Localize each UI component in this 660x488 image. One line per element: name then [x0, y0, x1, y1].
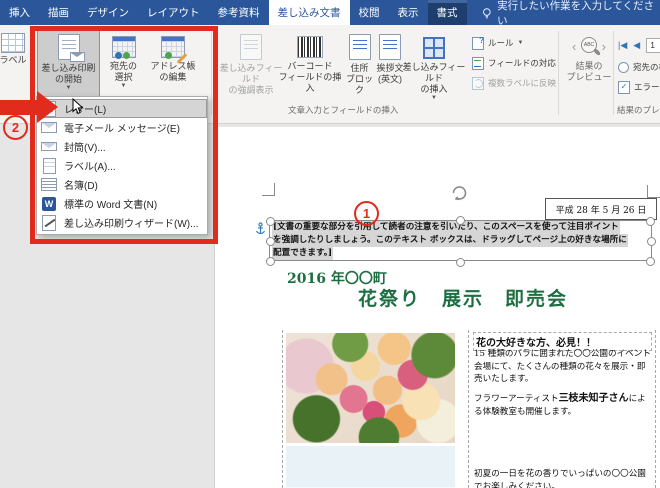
mouse-cursor — [72, 98, 84, 115]
labels-button[interactable]: ラベル — [0, 29, 34, 66]
flyer-content-area: 花の大好きな方、必見！！ 15 種類のバラに囲まれた〇〇公園のイベント会場にて、… — [282, 330, 657, 488]
match-fields-icon — [472, 56, 484, 70]
word-document-icon: W — [41, 196, 57, 212]
check-errors-button[interactable]: ✓ エラーのチェック — [618, 79, 660, 95]
tab-references[interactable]: 参考資料 — [209, 0, 269, 25]
insert-barcode-field-button[interactable]: バーコード フィールドの挿入 — [276, 29, 344, 103]
preview-results-icon: ‹ ABC › — [572, 36, 606, 58]
resize-handle-bottom-left[interactable] — [266, 257, 275, 266]
flyer-text-column[interactable]: 花の大好きな方、必見！！ 15 種類のバラに囲まれた〇〇公園のイベント会場にて、… — [468, 330, 656, 488]
annotation-step-1: 1 — [354, 201, 379, 226]
barcode-icon — [297, 36, 323, 58]
menu-item-letters[interactable]: レター(L) — [37, 99, 207, 118]
resize-handle-bottom-center[interactable] — [456, 258, 465, 267]
edit-recipient-list-icon — [161, 36, 188, 64]
resize-handle-top-center[interactable] — [456, 216, 465, 225]
find-recipient-button[interactable]: 宛先の検索 — [618, 59, 660, 75]
contextual-tab-group: 書式 — [427, 0, 467, 25]
group-label-write-insert-fields: 文章入力とフィールドの挿入 — [288, 105, 399, 115]
artist-name: 三枝未知子さん — [558, 393, 629, 404]
match-fields-button[interactable]: フィールドの対応 — [472, 55, 556, 71]
resize-handle-middle-right[interactable] — [647, 237, 656, 246]
rules-icon — [472, 36, 484, 50]
tell-me-placeholder: 実行したい作業を入力してください — [497, 0, 655, 27]
update-labels-icon — [472, 76, 484, 90]
tab-layout[interactable]: レイアウト — [138, 0, 209, 25]
menu-item-mail-merge-wizard[interactable]: 差し込み印刷ウィザード(W)... — [37, 213, 207, 232]
group-separator — [613, 31, 614, 115]
first-record-button[interactable]: |◀ — [618, 40, 627, 50]
tab-format[interactable]: 書式 — [428, 0, 467, 25]
envelope-icon — [41, 139, 57, 155]
select-recipients-icon — [111, 36, 136, 59]
edit-recipient-list-button[interactable]: アドレス帳 の編集 — [147, 29, 199, 103]
start-mail-merge-dropdown: レター(L) 電子メール メッセージ(E) 封筒(V)... ラベル(A)...… — [36, 96, 208, 235]
record-number-field[interactable]: 1 — [646, 37, 660, 53]
tab-review[interactable]: 校閲 — [350, 0, 389, 25]
update-labels-button: 複数ラベルに反映 — [472, 75, 556, 91]
tab-view[interactable]: 表示 — [389, 0, 428, 25]
labels-icon — [41, 157, 57, 174]
dropdown-caret: ▼ — [65, 85, 72, 91]
tab-insert[interactable]: 挿入 — [0, 0, 39, 25]
wizard-icon — [41, 214, 57, 231]
select-recipients-button[interactable]: 宛先の 選択 ▼ — [100, 29, 147, 103]
menu-item-directory[interactable]: 名簿(D) — [37, 175, 207, 194]
bouquet-photo[interactable] — [286, 333, 455, 443]
address-block-icon — [348, 34, 371, 60]
anchor-icon — [256, 222, 265, 234]
flyer-paragraph-1: 15 種類のバラに囲まれた〇〇公園のイベント会場にて、たくさんの種類の花々を展示… — [474, 349, 651, 384]
contextual-tab-strip — [427, 0, 467, 3]
margin-corner-mark — [262, 183, 275, 196]
flyer-paragraph-2: フラワーアーティスト三枝未知子さんによる体験教室も開催します。 — [474, 393, 646, 417]
menu-item-labels[interactable]: ラベル(A)... — [37, 156, 207, 175]
highlight-merge-fields-icon — [240, 34, 262, 60]
group-label-preview-results: 結果のプレビュー — [617, 105, 660, 115]
resize-handle-top-left[interactable] — [266, 217, 275, 226]
tab-draw[interactable]: 描画 — [39, 0, 78, 25]
tab-mailings[interactable]: 差し込み文書 — [268, 0, 350, 25]
annotation-step-2: 2 — [3, 115, 28, 140]
group-separator — [558, 31, 559, 115]
menu-item-email-messages[interactable]: 電子メール メッセージ(E) — [37, 118, 207, 137]
flyer-paragraph-3: 初夏の一日を花の香りでいっぱいの〇〇公園でお楽しみください。 — [474, 469, 646, 488]
ribbon-tab-bar: 挿入 描画 デザイン レイアウト 参考資料 差し込み文書 校閲 表示 書式 実行… — [0, 0, 660, 27]
dropdown-caret: ▼ — [120, 83, 127, 89]
rose-garden-photo[interactable] — [286, 446, 455, 488]
group-separator — [211, 31, 212, 115]
lightbulb-icon — [482, 7, 491, 18]
preview-results-button[interactable]: ‹ ABC › 結果の プレビュー — [563, 29, 615, 103]
resize-handle-middle-left[interactable] — [266, 237, 275, 246]
flyer-main-title: 花祭り 展示 即売会 — [358, 288, 569, 310]
tab-design[interactable]: デザイン — [78, 0, 138, 25]
menu-item-normal-word-document[interactable]: W 標準の Word 文書(N) — [37, 194, 207, 213]
rules-button[interactable]: ルール ▼ — [472, 35, 523, 51]
margin-corner-mark — [647, 185, 660, 198]
date-textbox[interactable]: 平成 28 年 5 月 26 日 — [545, 198, 657, 220]
labels-icon — [1, 33, 25, 53]
textbox-line: を強調したりしましょう。このテキスト ボックスは、ドラッグしてページ上の好きな場… — [272, 234, 628, 247]
word-window: 挿入 描画 デザイン レイアウト 参考資料 差し込み文書 校閲 表示 書式 実行… — [0, 0, 660, 488]
record-navigation: |◀ ◀ 1 — [618, 37, 660, 53]
tell-me-box[interactable]: 実行したい作業を入力してください — [467, 0, 660, 27]
dropdown-caret: ▼ — [431, 95, 437, 101]
document-page: 平成 28 年 5 月 26 日 [文書の重要な部分を引用して読者の注意を引いた… — [215, 127, 660, 488]
selected-textbox[interactable]: [文書の重要な部分を引用して読者の注意を引いたり、このスペースを使って注目ポイン… — [269, 220, 652, 261]
textbox-line: [文書の重要な部分を引用して読者の注意を引いたり、このスペースを使って注目ポイン… — [272, 221, 620, 234]
insert-merge-field-icon — [423, 37, 445, 59]
find-recipient-icon — [618, 61, 629, 73]
resize-handle-top-right[interactable] — [646, 217, 655, 226]
directory-icon — [41, 177, 57, 193]
check-errors-icon: ✓ — [618, 80, 630, 94]
previous-record-button[interactable]: ◀ — [633, 40, 640, 50]
start-mail-merge-icon — [57, 34, 85, 62]
textbox-line: 配置できます。] — [272, 247, 334, 260]
resize-handle-bottom-right[interactable] — [646, 257, 655, 266]
insert-merge-field-button[interactable]: 差し込みフィールド の挿入 ▼ — [398, 29, 470, 103]
rotate-handle-icon[interactable] — [449, 183, 469, 203]
menu-item-envelopes[interactable]: 封筒(V)... — [37, 137, 207, 156]
